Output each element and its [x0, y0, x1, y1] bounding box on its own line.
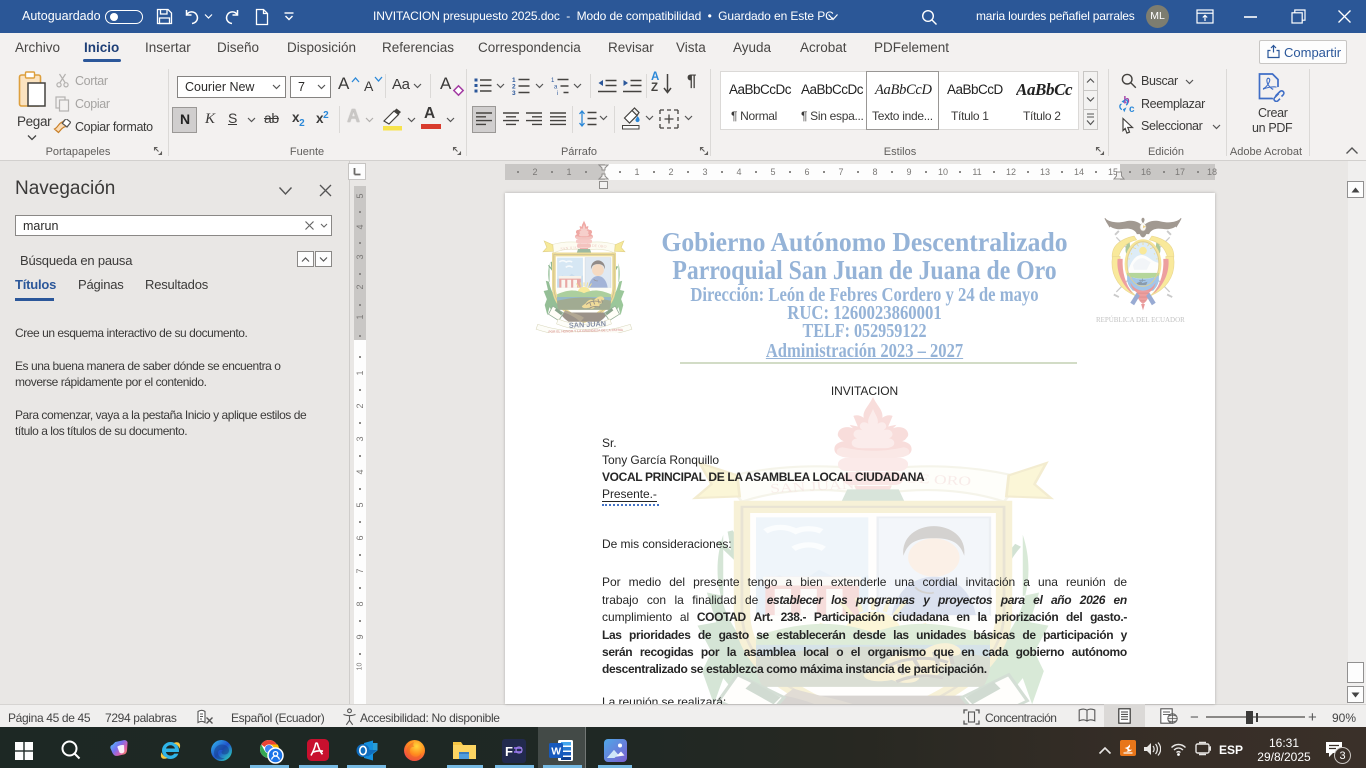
svg-text:1: 1	[551, 78, 555, 84]
svg-text:F: F	[505, 744, 513, 759]
svg-text:a: a	[554, 85, 558, 91]
svg-text:c: c	[1129, 104, 1135, 113]
svg-text:i: i	[557, 91, 558, 95]
svg-text:3: 3	[512, 90, 516, 95]
svg-text:W: W	[551, 746, 561, 758]
